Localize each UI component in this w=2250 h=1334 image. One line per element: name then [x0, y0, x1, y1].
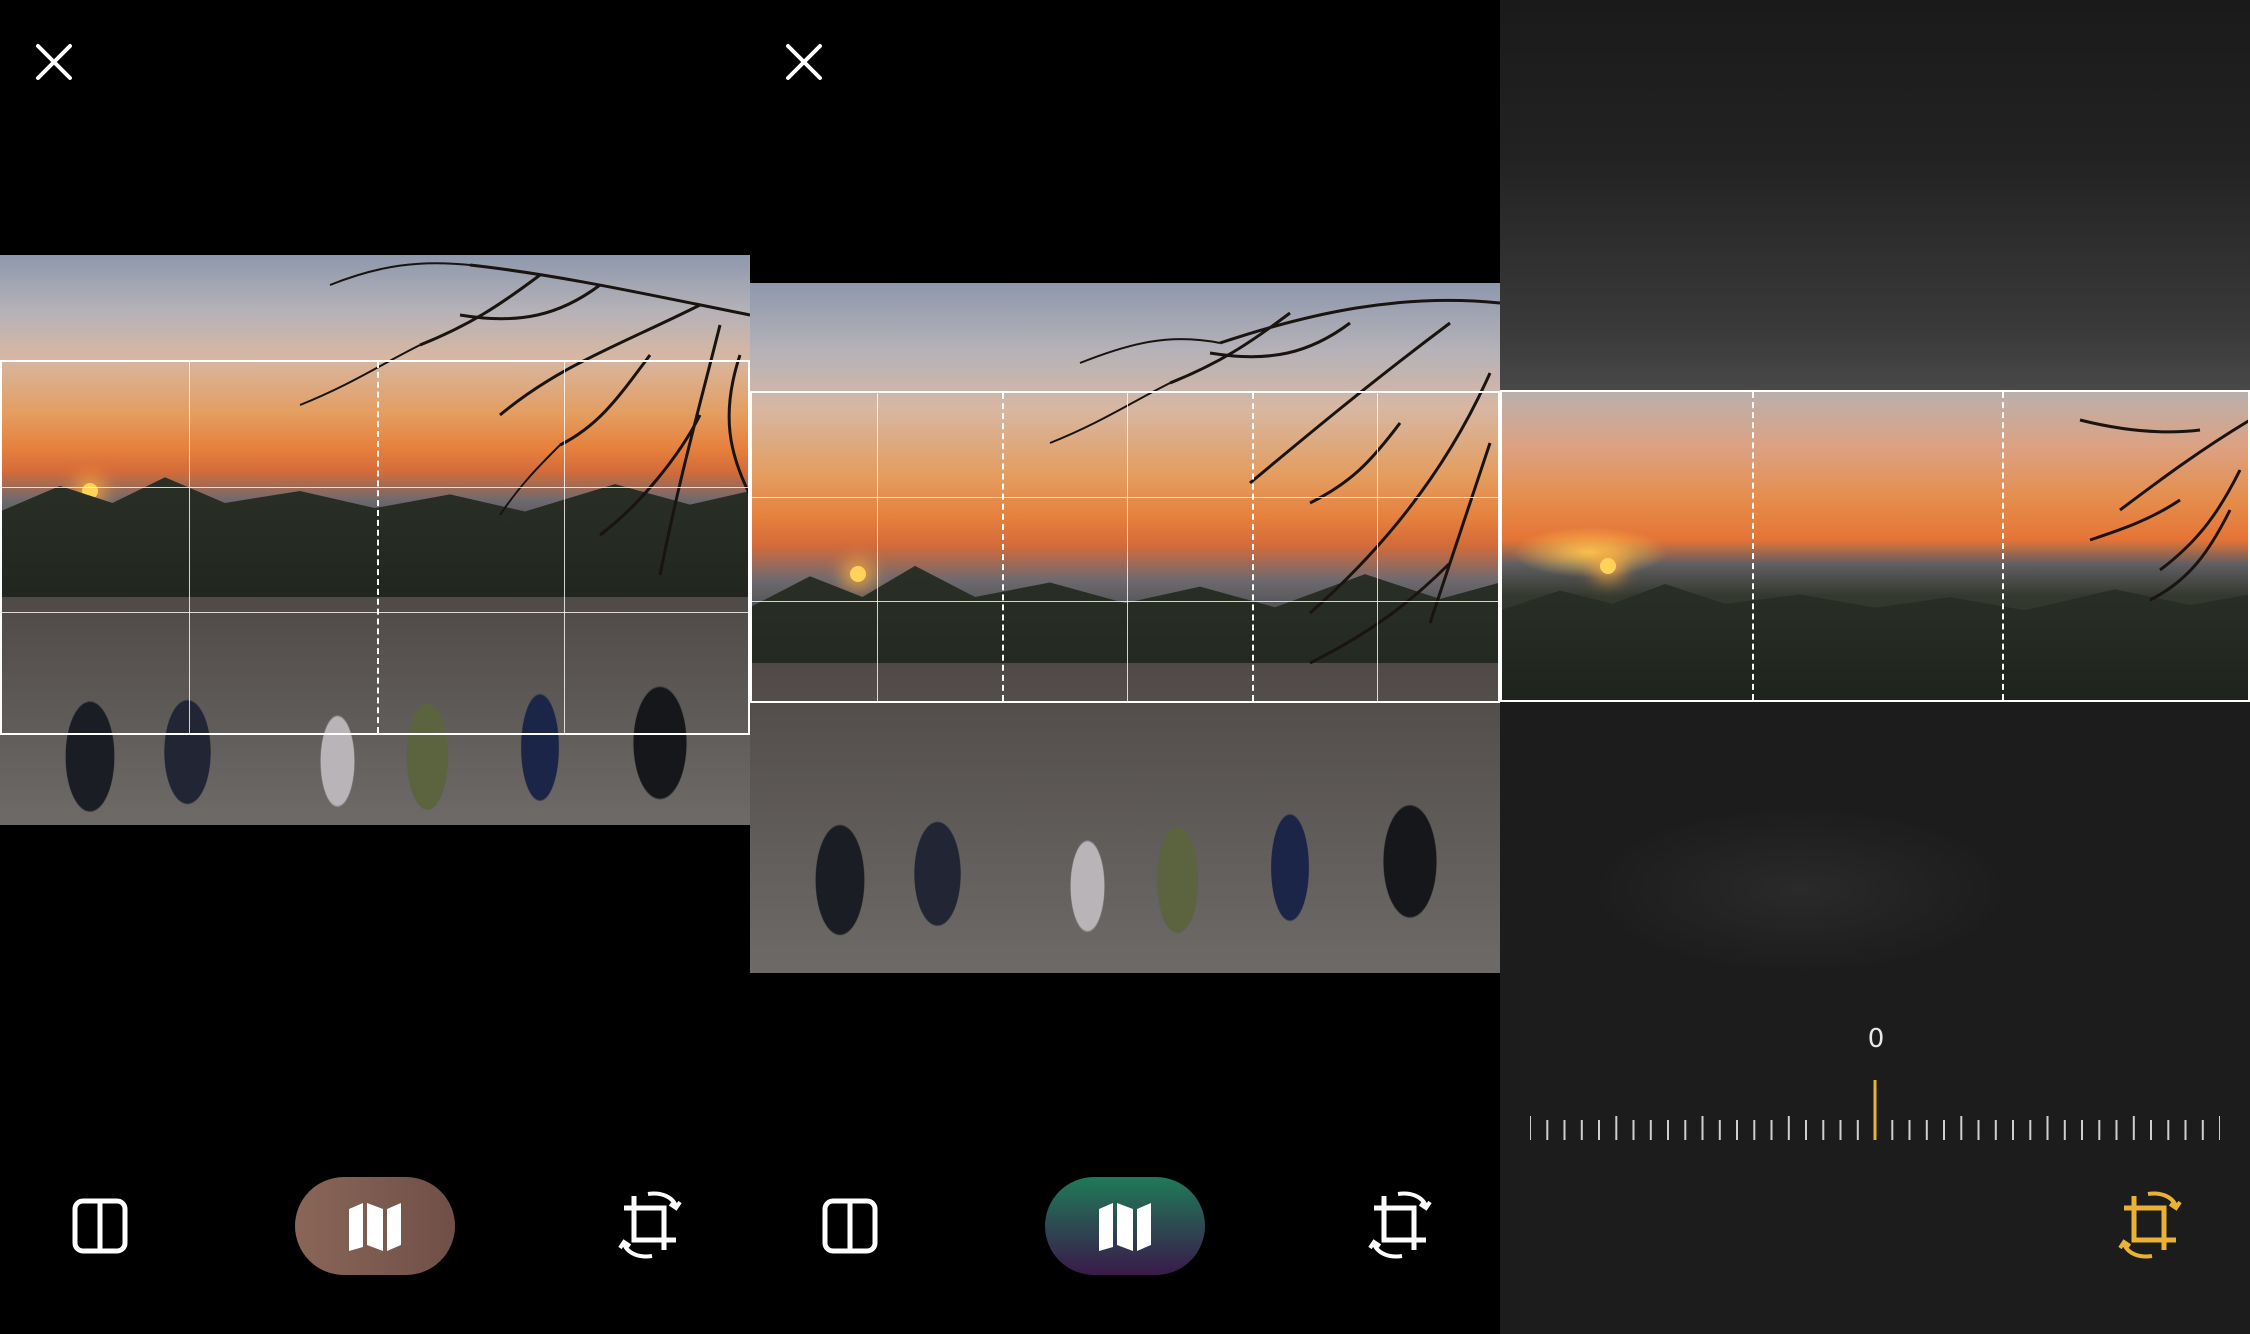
grid-line-dashed	[1002, 393, 1004, 701]
map-mode-button[interactable]	[1045, 1177, 1205, 1275]
close-icon	[36, 44, 72, 80]
grid-line	[1127, 393, 1128, 701]
map-mode-button[interactable]	[295, 1177, 455, 1275]
grid-line-dashed	[377, 362, 379, 733]
photo	[1500, 390, 2250, 702]
crop-rotate-button[interactable]	[1368, 1190, 1432, 1264]
grid-line	[752, 497, 1498, 498]
crop-frame[interactable]	[1500, 390, 2250, 702]
crop-rotate-button[interactable]	[618, 1190, 682, 1264]
crop-rotate-icon	[1368, 1191, 1432, 1259]
split-view-icon	[822, 1198, 878, 1254]
close-icon	[786, 44, 822, 80]
grid-line	[564, 362, 565, 733]
crop-rotate-icon	[618, 1191, 682, 1259]
rotation-angle-value: 0	[1867, 1024, 1885, 1054]
grid-line	[1377, 393, 1378, 701]
close-button[interactable]	[780, 38, 828, 86]
grid-line	[877, 393, 878, 701]
panel-2	[750, 0, 1500, 1334]
map-icon	[349, 1203, 401, 1251]
grid-line	[2, 612, 748, 613]
photo	[750, 283, 1500, 973]
photo	[0, 255, 750, 825]
crop-rotate-icon	[2118, 1191, 2182, 1259]
crop-rotate-button-active[interactable]	[2118, 1190, 2182, 1264]
crop-frame[interactable]	[750, 391, 1500, 703]
panel-1	[0, 0, 750, 1334]
map-icon	[1099, 1203, 1151, 1251]
split-view-button[interactable]	[822, 1198, 878, 1258]
crop-frame[interactable]	[0, 360, 750, 735]
rotation-ruler[interactable]	[1530, 1080, 2220, 1140]
grid-line-dashed	[1252, 393, 1254, 701]
close-button[interactable]	[30, 38, 78, 86]
blurred-background-top	[1500, 0, 2250, 390]
grid-line-dashed	[2002, 392, 2004, 700]
grid-line-dashed	[1752, 392, 1754, 700]
split-view-icon	[72, 1198, 128, 1254]
grid-line	[2, 487, 748, 488]
split-view-button[interactable]	[72, 1198, 128, 1258]
grid-line	[189, 362, 190, 733]
grid-line	[752, 601, 1498, 602]
